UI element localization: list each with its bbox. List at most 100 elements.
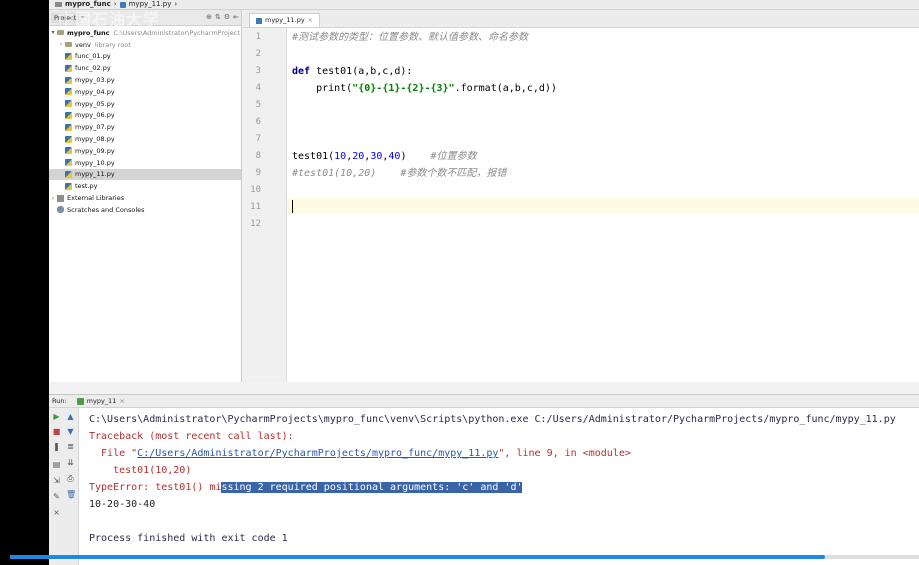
- close-icon[interactable]: ×: [119, 397, 124, 405]
- chevron-down-icon[interactable]: ▾: [49, 29, 57, 36]
- console-result-line: 10-20-30-40: [89, 499, 156, 510]
- run-label: Run:: [52, 397, 67, 405]
- line-number: 3: [255, 66, 261, 76]
- tree-item-path: C:\Users\Administrator\PycharmProject: [113, 28, 240, 37]
- soft-wrap-icon[interactable]: ≣: [66, 442, 75, 451]
- console-file-line: File "C:/Users/Administrator/PycharmProj…: [89, 447, 631, 460]
- tree-item-file[interactable]: mypy_06.py: [49, 110, 241, 122]
- line-number: 8: [255, 151, 261, 161]
- pycharm-window: mypro_func › mypy_11.py › Project ▾ ⊕ ⇅ …: [49, 0, 919, 565]
- close-icon[interactable]: ×: [308, 14, 313, 27]
- video-watermark: 中国石油大学: [58, 10, 161, 29]
- console-file-link[interactable]: C:/Users/Administrator/PycharmProjects/m…: [137, 448, 498, 459]
- python-file-icon: [65, 147, 72, 155]
- tree-item-file[interactable]: test.py: [49, 180, 241, 192]
- number-literal: 20: [352, 151, 365, 162]
- console-text: File ": [89, 448, 138, 459]
- tab-label: mypy_11.py: [265, 16, 305, 24]
- exit-icon[interactable]: ⇲: [52, 476, 61, 485]
- panel-divider[interactable]: [49, 382, 919, 394]
- tree-item-file[interactable]: func_01.py: [49, 51, 241, 63]
- code-line-8: test01(10,20,30,40) #位置参数: [292, 151, 477, 162]
- python-file-icon: [65, 170, 72, 178]
- run-toolbar-primary: ▶ ■ ❚ ▤ ⇲ ✎ ×: [49, 408, 63, 565]
- breadcrumb: mypro_func › mypy_11.py ›: [49, 0, 919, 10]
- project-tree: ▾ mypro_func C:\Users\Administrator\Pych…: [49, 26, 241, 216]
- console-exit-line: Process finished with exit code 1: [89, 533, 288, 544]
- hide-panel-icon[interactable]: ⇤: [233, 13, 239, 21]
- tree-item-file[interactable]: mypy_03.py: [49, 74, 241, 86]
- tree-item-file[interactable]: mypy_05.py: [49, 98, 241, 110]
- arrow-down-icon[interactable]: ▼: [66, 427, 75, 436]
- run-config-icon: [76, 397, 84, 405]
- tree-item-label: test.py: [75, 182, 98, 191]
- python-file-icon: [65, 76, 72, 84]
- line-number: 12: [250, 219, 261, 229]
- line-number: 2: [255, 49, 261, 59]
- number-literal: 30: [370, 151, 383, 162]
- tree-item-label: mypy_09.py: [75, 146, 115, 155]
- tree-item-scratches[interactable]: Scratches and Consoles: [49, 204, 241, 216]
- tree-item-file[interactable]: mypy_07.py: [49, 121, 241, 133]
- tree-item-label: Scratches and Consoles: [67, 205, 145, 214]
- python-file-icon: [256, 17, 262, 24]
- chevron-right-icon[interactable]: ›: [49, 195, 57, 202]
- gear-icon[interactable]: ⚙: [224, 13, 230, 21]
- line-number: 4: [255, 83, 261, 93]
- tree-item-label: External Libraries: [67, 194, 125, 203]
- scroll-to-end-icon[interactable]: ⇊: [66, 458, 75, 467]
- line-number: 10: [250, 185, 261, 195]
- python-file-icon: [65, 64, 72, 72]
- run-config-tab[interactable]: mypy_11 ×: [73, 397, 129, 405]
- tab-mypy-11[interactable]: mypy_11.py ×: [249, 13, 320, 27]
- chevron-right-icon[interactable]: ›: [57, 41, 65, 48]
- run-toolbar-secondary: ▲ ▼ ≣ ⇊ ⎙ 🗑: [63, 408, 79, 565]
- video-progress-bar[interactable]: [10, 555, 919, 559]
- run-console-output[interactable]: C:\Users\Administrator\PycharmProjects\m…: [79, 408, 919, 565]
- python-file-icon: [65, 135, 72, 143]
- python-file-icon: [65, 100, 72, 108]
- text-selection: ssing 2 required positional arguments: '…: [221, 482, 523, 493]
- rerun-icon[interactable]: ▶: [52, 412, 61, 421]
- editor-tab-bar: mypy_11.py ×: [243, 10, 919, 28]
- tree-item-label: func_01.py: [75, 52, 111, 61]
- tree-item-label: mypy_11.py: [75, 170, 115, 179]
- current-line-highlight: [287, 198, 919, 214]
- collapse-all-icon[interactable]: ⇅: [215, 13, 221, 21]
- python-file-icon: [65, 159, 72, 167]
- tree-item-venv[interactable]: › venv library root: [49, 39, 241, 51]
- print-icon[interactable]: ⎙: [66, 474, 75, 483]
- layout-icon[interactable]: ▤: [52, 460, 61, 469]
- python-file-icon: [65, 88, 72, 96]
- code-editor[interactable]: #测试参数的类型：位置参数、默认值参数、命名参数 def test01(a,b,…: [287, 28, 919, 382]
- code-line-1: #测试参数的类型：位置参数、默认值参数、命名参数: [292, 32, 529, 43]
- tree-item-file-selected[interactable]: mypy_11.py: [49, 168, 241, 181]
- code-text: .format(a,b,c,d)): [454, 83, 557, 94]
- tree-item-file[interactable]: mypy_08.py: [49, 133, 241, 145]
- close-icon[interactable]: ×: [52, 508, 61, 517]
- tree-item-file[interactable]: mypy_04.py: [49, 86, 241, 98]
- pause-icon[interactable]: ❚: [52, 442, 61, 451]
- line-number: 6: [255, 117, 261, 127]
- library-icon: [57, 194, 64, 202]
- tree-item-hint: library root: [94, 40, 131, 49]
- tree-item-file[interactable]: func_02.py: [49, 62, 241, 74]
- tree-item-label: mypy_05.py: [75, 99, 115, 108]
- tree-item-file[interactable]: mypy_09.py: [49, 145, 241, 157]
- video-progress-fill: [10, 555, 826, 559]
- stop-icon[interactable]: ■: [52, 427, 61, 436]
- tree-item-file[interactable]: mypy_10.py: [49, 157, 241, 169]
- run-panel-header: Run: mypy_11 ×: [49, 394, 919, 408]
- scratches-icon: [57, 206, 64, 214]
- trash-icon[interactable]: 🗑: [66, 490, 76, 499]
- string-literal: "{0}-{1}-{2}-{3}": [352, 83, 455, 94]
- tree-item-label: mypy_07.py: [75, 123, 115, 132]
- tree-item-label: venv: [75, 40, 91, 49]
- arrow-up-icon[interactable]: ▲: [66, 412, 75, 421]
- locate-file-icon[interactable]: ⊕: [206, 13, 212, 21]
- tree-item-external-libraries[interactable]: › External Libraries: [49, 192, 241, 204]
- code-text: test01(: [292, 151, 335, 162]
- breadcrumb-separator: ›: [174, 0, 178, 8]
- pin-icon[interactable]: ✎: [52, 492, 61, 501]
- folder-icon: [65, 42, 72, 48]
